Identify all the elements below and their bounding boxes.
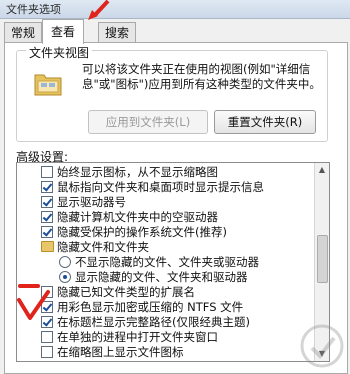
annotation-check-icon	[17, 284, 50, 320]
list-item[interactable]: 鼠标指向文件夹和桌面项时显示提示信息	[17, 180, 317, 194]
list-group-header: 隐藏文件和文件夹	[17, 240, 317, 254]
checkbox[interactable]	[41, 166, 53, 178]
annotation-arrow-icon	[88, 0, 110, 20]
scroll-up-icon[interactable]: ▲	[315, 163, 329, 177]
list-item[interactable]: 始终显示图标，从不显示缩略图	[17, 165, 317, 179]
radio-button[interactable]	[59, 271, 71, 283]
folder-views-title: 文件夹视图	[26, 44, 93, 61]
window-title: 文件夹选项	[6, 3, 61, 16]
list-item[interactable]: 隐藏计算机文件夹中的空驱动器	[17, 210, 317, 224]
scrollbar-thumb[interactable]	[317, 235, 328, 283]
checkbox[interactable]	[41, 196, 53, 208]
folder-icon	[34, 74, 62, 96]
checkbox[interactable]	[41, 226, 53, 238]
list-item[interactable]: 隐藏已知文件类型的扩展名	[17, 285, 317, 299]
reset-folders-button[interactable]: 重置文件夹(R)	[214, 110, 316, 134]
list-item[interactable]: 隐藏受保护的操作系统文件(推荐)	[17, 225, 317, 239]
list-item[interactable]: 显示隐藏的文件、文件夹和驱动器	[17, 270, 317, 284]
list-item[interactable]: 在缩略图上显示文件图标	[17, 345, 317, 359]
list-item[interactable]: 显示驱动器号	[17, 195, 317, 209]
list-item[interactable]: 不显示隐藏的文件、文件夹或驱动器	[17, 255, 317, 269]
radio-button[interactable]	[59, 256, 71, 268]
apply-to-folders-button[interactable]: 应用到文件夹(L)	[88, 110, 208, 134]
list-item[interactable]: 在单独的进程中打开文件夹窗口	[17, 330, 317, 344]
tab-general[interactable]: 常规	[4, 22, 42, 43]
checkbox[interactable]	[41, 211, 53, 223]
folder-icon	[41, 241, 54, 252]
tab-search[interactable]: 搜索	[98, 22, 136, 43]
checkbox[interactable]	[41, 331, 53, 343]
window-titlebar: 文件夹选项	[0, 0, 350, 19]
list-item[interactable]: 在标题栏显示完整路径(仅限经典主题)	[17, 315, 317, 329]
tab-view[interactable]: 查看	[42, 19, 84, 44]
folder-views-description: 可以将该文件夹正在使用的视图(例如"详细信息"或"图标")应用到所有这种类型的文…	[82, 62, 321, 91]
watermark-icon	[300, 324, 344, 368]
checkbox[interactable]	[41, 181, 53, 193]
advanced-settings-list[interactable]: 始终显示图标，从不显示缩略图 鼠标指向文件夹和桌面项时显示提示信息 显示驱动器号…	[16, 162, 330, 362]
list-item[interactable]: 用彩色显示加密或压缩的 NTFS 文件	[17, 300, 317, 314]
checkbox[interactable]	[41, 346, 53, 358]
